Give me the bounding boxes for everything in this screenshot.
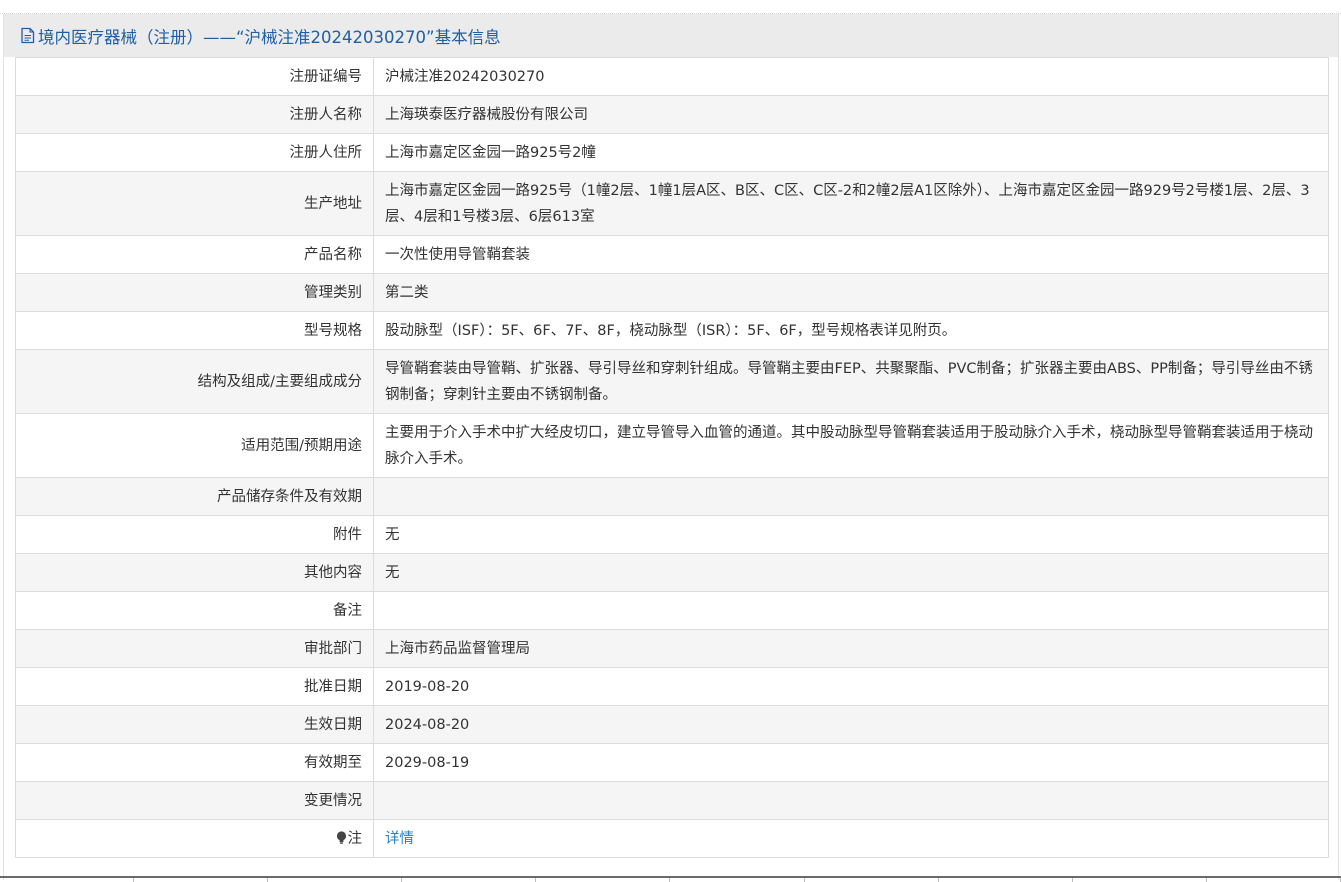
row-label: 批准日期	[15, 667, 374, 706]
row-value: 上海市药品监督管理局	[373, 629, 1329, 668]
table-row: 有效期至 2029-08-19	[15, 743, 1329, 782]
table-row: 结构及组成/主要组成成分 导管鞘套装由导管鞘、扩张器、导引导丝和穿刺针组成。导管…	[15, 349, 1329, 414]
table-row: 附件 无	[15, 515, 1329, 554]
panel-header: 境内医疗器械（注册）——“沪械注准20242030270”基本信息	[4, 14, 1338, 57]
row-value: 2029-08-19	[373, 743, 1329, 782]
tab-stub	[670, 878, 805, 882]
table-row: 批准日期 2019-08-20	[15, 667, 1329, 706]
row-label: 有效期至	[15, 743, 374, 782]
table-row: 注册人住所 上海市嘉定区金园一路925号2幢	[15, 133, 1329, 172]
table-row: 产品名称 一次性使用导管鞘套装	[15, 235, 1329, 274]
bottom-tab-strip	[0, 876, 1341, 882]
table-row: 备注	[15, 591, 1329, 630]
tab-stub	[805, 878, 939, 882]
tab-stub	[402, 878, 537, 882]
table-row: 注册证编号 沪械注准20242030270	[15, 57, 1329, 96]
page-title: 境内医疗器械（注册）——“沪械注准20242030270”基本信息	[38, 27, 501, 47]
table-row: 注册人名称 上海瑛泰医疗器械股份有限公司	[15, 95, 1329, 134]
table-row: 生效日期 2024-08-20	[15, 705, 1329, 744]
tab-stub	[1073, 878, 1207, 882]
row-value	[373, 591, 1329, 630]
tab-stub	[536, 878, 671, 882]
table-row: 产品储存条件及有效期	[15, 477, 1329, 516]
row-value: 上海瑛泰医疗器械股份有限公司	[373, 95, 1329, 134]
row-value: 主要用于介入手术中扩大经皮切口，建立导管导入血管的通道。其中股动脉型导管鞘套装适…	[373, 413, 1329, 478]
row-label: 产品储存条件及有效期	[15, 477, 374, 516]
table-row: 变更情况	[15, 781, 1329, 820]
row-label: 其他内容	[15, 553, 374, 592]
row-value	[373, 781, 1329, 820]
tab-stub	[1207, 878, 1341, 882]
row-label: 注册证编号	[15, 57, 374, 96]
row-label: 生产地址	[15, 171, 374, 236]
row-value: 导管鞘套装由导管鞘、扩张器、导引导丝和穿刺针组成。导管鞘主要由FEP、共聚聚酯、…	[373, 349, 1329, 414]
table-row: 适用范围/预期用途 主要用于介入手术中扩大经皮切口，建立导管导入血管的通道。其中…	[15, 413, 1329, 478]
note-label-cell: 注	[15, 819, 374, 858]
row-value: 2019-08-20	[373, 667, 1329, 706]
row-label: 附件	[15, 515, 374, 554]
tab-stub	[134, 878, 269, 882]
note-label: 注	[347, 830, 363, 847]
row-label: 审批部门	[15, 629, 374, 668]
row-label: 型号规格	[15, 311, 374, 350]
row-value: 股动脉型（ISF）：5F、6F、7F、8F，桡动脉型（ISR）：5F、6F，型号…	[373, 311, 1329, 350]
row-label: 生效日期	[15, 705, 374, 744]
registration-info-table: 注册证编号 沪械注准20242030270 注册人名称 上海瑛泰医疗器械股份有限…	[15, 57, 1329, 858]
row-value: 2024-08-20	[373, 705, 1329, 744]
table-row: 管理类别 第二类	[15, 273, 1329, 312]
row-value: 沪械注准20242030270	[373, 57, 1329, 96]
row-value: 无	[373, 553, 1329, 592]
row-value: 上海市嘉定区金园一路925号（1幢2层、1幢1层A区、B区、C区、C区-2和2幢…	[373, 171, 1329, 236]
top-strip	[0, 0, 1341, 14]
row-label: 注册人住所	[15, 133, 374, 172]
row-label: 注册人名称	[15, 95, 374, 134]
table-row: 其他内容 无	[15, 553, 1329, 592]
row-label: 变更情况	[15, 781, 374, 820]
row-label: 产品名称	[15, 235, 374, 274]
tab-stub	[268, 878, 403, 882]
row-value: 第二类	[373, 273, 1329, 312]
row-value: 上海市嘉定区金园一路925号2幢	[373, 133, 1329, 172]
note-row: 注 详情	[15, 819, 1329, 858]
tab-stub	[939, 878, 1073, 882]
row-value: 无	[373, 515, 1329, 554]
row-label: 备注	[15, 591, 374, 630]
row-label: 结构及组成/主要组成成分	[15, 349, 374, 414]
tab-stub	[0, 878, 135, 882]
details-link[interactable]: 详情	[385, 831, 414, 847]
row-value	[373, 477, 1329, 516]
row-label: 适用范围/预期用途	[15, 413, 374, 478]
table-row: 型号规格 股动脉型（ISF）：5F、6F、7F、8F，桡动脉型（ISR）：5F、…	[15, 311, 1329, 350]
table-row: 审批部门 上海市药品监督管理局	[15, 629, 1329, 668]
row-label: 管理类别	[15, 273, 374, 312]
note-value-cell: 详情	[373, 819, 1329, 858]
lightbulb-icon	[336, 830, 346, 844]
table-row: 生产地址 上海市嘉定区金园一路925号（1幢2层、1幢1层A区、B区、C区、C区…	[15, 171, 1329, 236]
document-icon	[21, 27, 35, 44]
row-value: 一次性使用导管鞘套装	[373, 235, 1329, 274]
